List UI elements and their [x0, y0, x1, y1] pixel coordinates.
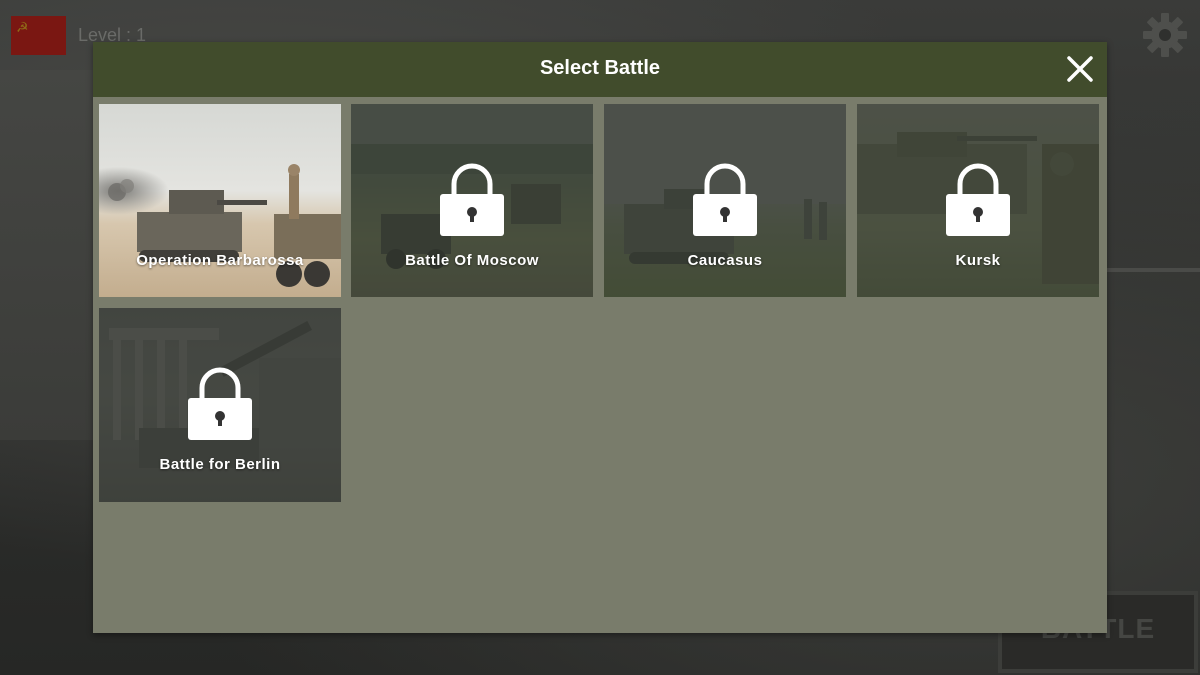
dialog-title: Select Battle: [539, 57, 661, 79]
lock-icon: [946, 163, 1010, 236]
battle-name: Battle for Berlin: [159, 456, 281, 473]
battle-card-caucasus[interactable]: Caucasus: [604, 104, 846, 297]
battle-card-operation-barbarossa[interactable]: Operation Barbarossa: [99, 104, 341, 297]
lock-icon: [693, 163, 757, 236]
background-building: [0, 70, 100, 440]
close-icon[interactable]: [1065, 54, 1095, 84]
battle-name: Battle Of Moscow: [405, 252, 539, 269]
battle-name: Operation Barbarossa: [136, 252, 304, 269]
battle-card-kursk[interactable]: Kursk: [857, 104, 1099, 297]
battle-name: Caucasus: [687, 252, 763, 269]
lock-icon: [440, 163, 504, 236]
select-battle-dialog: Select Battle Operation Barbarossa Battl…: [93, 42, 1107, 633]
hammer-sickle-icon: ☭: [16, 19, 29, 35]
background-rail: [1100, 268, 1200, 272]
gear-icon[interactable]: [1142, 12, 1188, 58]
battle-name: Kursk: [955, 252, 1001, 269]
battle-card-battle-of-moscow[interactable]: Battle Of Moscow: [351, 104, 593, 297]
soviet-flag-icon: ☭: [11, 16, 66, 55]
dialog-header: Select Battle: [93, 42, 1107, 97]
lock-icon: [188, 367, 252, 440]
battle-card-battle-for-berlin[interactable]: Battle for Berlin: [99, 308, 341, 502]
game-screen: ☭ Level : 1 BATTLE Select Battle: [0, 0, 1200, 675]
